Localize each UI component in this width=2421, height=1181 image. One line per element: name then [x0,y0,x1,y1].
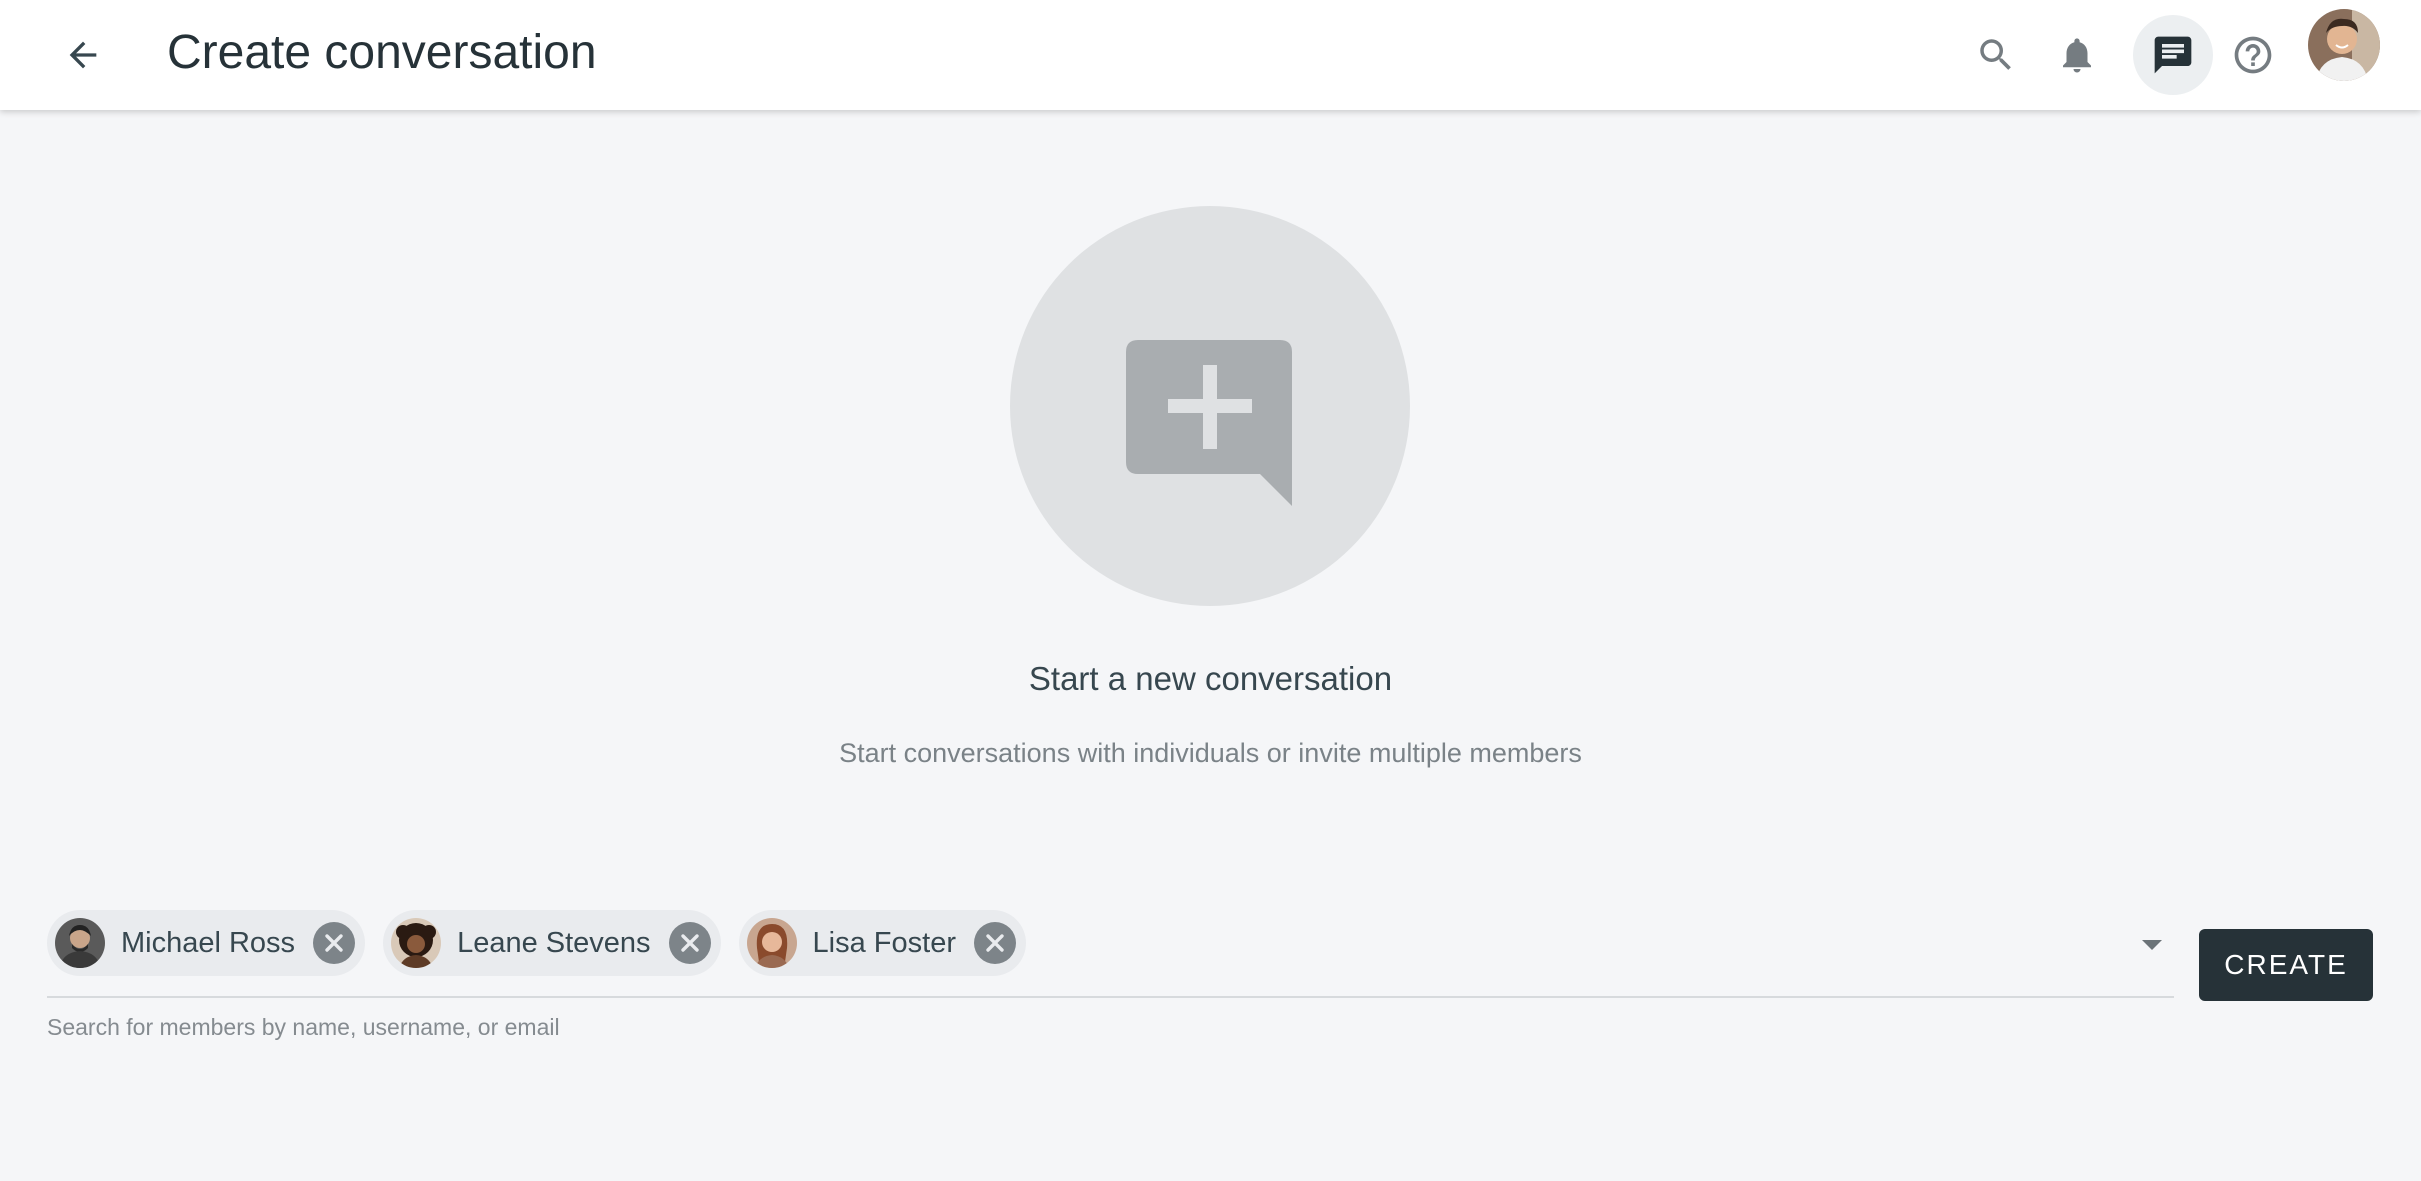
back-button[interactable] [50,22,116,88]
selected-members: Michael Ross Leane Stevens Lisa Foster [47,910,1026,976]
close-icon [680,934,699,952]
member-chip: Lisa Foster [738,910,1026,976]
app-header: Create conversation [0,0,2421,110]
chat-icon [2154,36,2192,74]
back-arrow-icon [69,41,97,69]
member-chip: Leane Stevens [383,910,721,976]
remove-member-button[interactable] [313,922,356,964]
search-button[interactable] [1956,15,2036,95]
close-icon [325,934,343,952]
member-chip-label: Michael Ross [121,926,296,959]
page-title: Create conversation [167,26,597,79]
add-comment-icon [1126,340,1292,506]
notifications-button[interactable] [2037,15,2117,95]
remove-member-button[interactable] [974,922,1016,964]
member-search-helper: Search for members by name, username, or… [47,1014,560,1040]
avatar [391,918,442,968]
user-avatar-image [2308,9,2380,81]
help-button[interactable] [2213,15,2293,95]
help-icon [2234,36,2272,74]
empty-state-subtitle: Start conversations with individuals or … [839,738,1582,768]
member-chip-label: Lisa Foster [812,926,956,959]
search-icon [1980,39,2011,70]
close-icon [986,934,1004,952]
member-search-field[interactable]: Michael Ross Leane Stevens Lisa Foster [47,900,2174,998]
create-button[interactable]: CREATE [2199,929,2373,1001]
member-chip-label: Leane Stevens [457,926,651,959]
avatar [746,918,797,968]
dropdown-arrow-icon[interactable] [2142,940,2162,950]
avatar [55,918,105,968]
user-avatar[interactable] [2308,9,2380,81]
bell-icon [2063,38,2091,73]
remove-member-button[interactable] [668,922,711,964]
empty-state-title: Start a new conversation [1028,660,1393,697]
messages-button[interactable] [2133,15,2213,95]
member-chip: Michael Ross [47,910,366,976]
